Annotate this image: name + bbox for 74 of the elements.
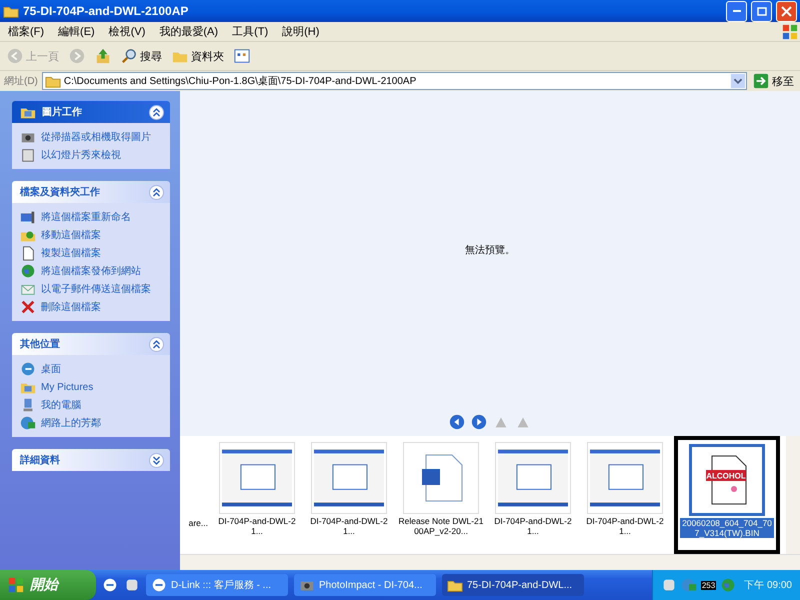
- panel-header[interactable]: 圖片工作: [12, 101, 170, 123]
- page-icon: [20, 245, 36, 261]
- collapse-icon[interactable]: [149, 184, 164, 200]
- close-icon: [781, 6, 792, 16]
- address-field[interactable]: C:\Documents and Settings\Chiu-Pon-1.8G\桌面\75-DI-704P-and-DWL-2100AP: [42, 72, 747, 90]
- thumbnail-caption: DI-704P-and-DWL-21...: [217, 516, 297, 536]
- delete-icon: [20, 299, 36, 315]
- taskbar-button[interactable]: 75-DI-704P-and-DWL...: [442, 574, 584, 596]
- minimize-icon: [732, 9, 740, 13]
- screenshot-thumbnail[interactable]: [495, 442, 571, 514]
- windows-logo-icon: [782, 24, 798, 40]
- panel-header[interactable]: 檔案及資料夾工作: [12, 181, 170, 203]
- document-thumbnail[interactable]: [403, 442, 479, 514]
- go-button[interactable]: 移至: [751, 73, 796, 89]
- task-link[interactable]: 我的電腦: [20, 397, 164, 413]
- tray-badge: 253: [700, 580, 716, 590]
- task-link[interactable]: 將這個檔案重新命名: [20, 209, 164, 225]
- taskbar-button[interactable]: PhotoImpact - DI-704...: [294, 574, 436, 596]
- thumbnail-caption: are...: [188, 518, 208, 528]
- thumbnail-caption: DI-704P-and-DWL-21...: [493, 516, 573, 536]
- menu-item[interactable]: 檔案(F): [2, 24, 50, 39]
- screenshot-thumbnail[interactable]: [587, 442, 663, 514]
- file-thumbnail[interactable]: ALCOHOL: [689, 444, 765, 516]
- collapse-icon[interactable]: [149, 336, 164, 352]
- task-link[interactable]: 複製這個檔案: [20, 245, 164, 261]
- menu-item[interactable]: 說明(H): [276, 24, 326, 39]
- restore-icon: [756, 6, 766, 16]
- preview-message: 無法預覽。: [465, 244, 515, 256]
- task-link[interactable]: 桌面: [20, 361, 164, 377]
- network-icon: [20, 415, 36, 431]
- screenshot-thumbnail[interactable]: [311, 442, 387, 514]
- task-link[interactable]: 從掃描器或相機取得圖片: [20, 129, 164, 145]
- menu-item[interactable]: 檢視(V): [102, 24, 152, 39]
- task-link[interactable]: 刪除這個檔案: [20, 299, 164, 315]
- minimize-button[interactable]: [726, 0, 747, 22]
- address-label: 網址(D): [4, 74, 38, 88]
- up-folder-icon: [95, 48, 111, 64]
- rename-icon: [20, 209, 36, 225]
- thumbnail-caption: DI-704P-and-DWL-21...: [585, 516, 665, 536]
- tray-icon[interactable]: [124, 577, 140, 593]
- task-link[interactable]: 將這個檔案發佈到網站: [20, 263, 164, 279]
- window-title: 75-DI-704P-and-DWL-2100AP: [23, 4, 188, 18]
- close-button[interactable]: [776, 0, 797, 22]
- taskbar-button[interactable]: D-Link ::: 客戶服務 - ...: [146, 574, 288, 596]
- start-button[interactable]: 開始: [0, 570, 96, 600]
- task-link[interactable]: 移動這個檔案: [20, 227, 164, 243]
- restore-button[interactable]: [751, 0, 772, 22]
- thumbnail-caption: DI-704P-and-DWL-21...: [309, 516, 389, 536]
- dropdown-icon[interactable]: [730, 73, 746, 89]
- panel-header[interactable]: 其他位置: [12, 333, 170, 355]
- slideshow-icon: [20, 147, 36, 163]
- menu-item[interactable]: 工具(T): [226, 24, 274, 39]
- task-link[interactable]: My Pictures: [20, 379, 164, 395]
- task-link[interactable]: 網路上的芳鄰: [20, 415, 164, 431]
- windows-logo-icon: [8, 577, 24, 593]
- next-icon[interactable]: [471, 414, 487, 430]
- thumbnail-caption: 20060208_604_704_707_V314(TW).BIN: [680, 518, 774, 538]
- task-link[interactable]: 以幻燈片秀來檢視: [20, 147, 164, 163]
- task-link[interactable]: 以電子郵件傳送這個檔案: [20, 281, 164, 297]
- screenshot-thumbnail[interactable]: [219, 442, 295, 514]
- collapse-icon[interactable]: [149, 104, 164, 120]
- menu-item[interactable]: 我的最愛(A): [153, 24, 224, 39]
- search-button[interactable]: 搜尋: [118, 46, 165, 66]
- view-grid-icon: [234, 48, 250, 64]
- search-icon: [121, 48, 137, 64]
- thumbnail-caption: Release Note DWL-2100AP_v2-20...: [398, 516, 484, 536]
- horizontal-scrollbar[interactable]: [180, 554, 800, 570]
- vertical-scrollbar[interactable]: [786, 436, 800, 554]
- previous-icon[interactable]: [449, 414, 465, 430]
- menu-item[interactable]: 編輯(E): [52, 24, 101, 39]
- clock: 下午 09:00: [744, 579, 792, 592]
- panel-header[interactable]: 詳細資料: [12, 449, 170, 471]
- folders-button[interactable]: 資料夾: [169, 46, 227, 66]
- expand-icon[interactable]: [149, 452, 164, 468]
